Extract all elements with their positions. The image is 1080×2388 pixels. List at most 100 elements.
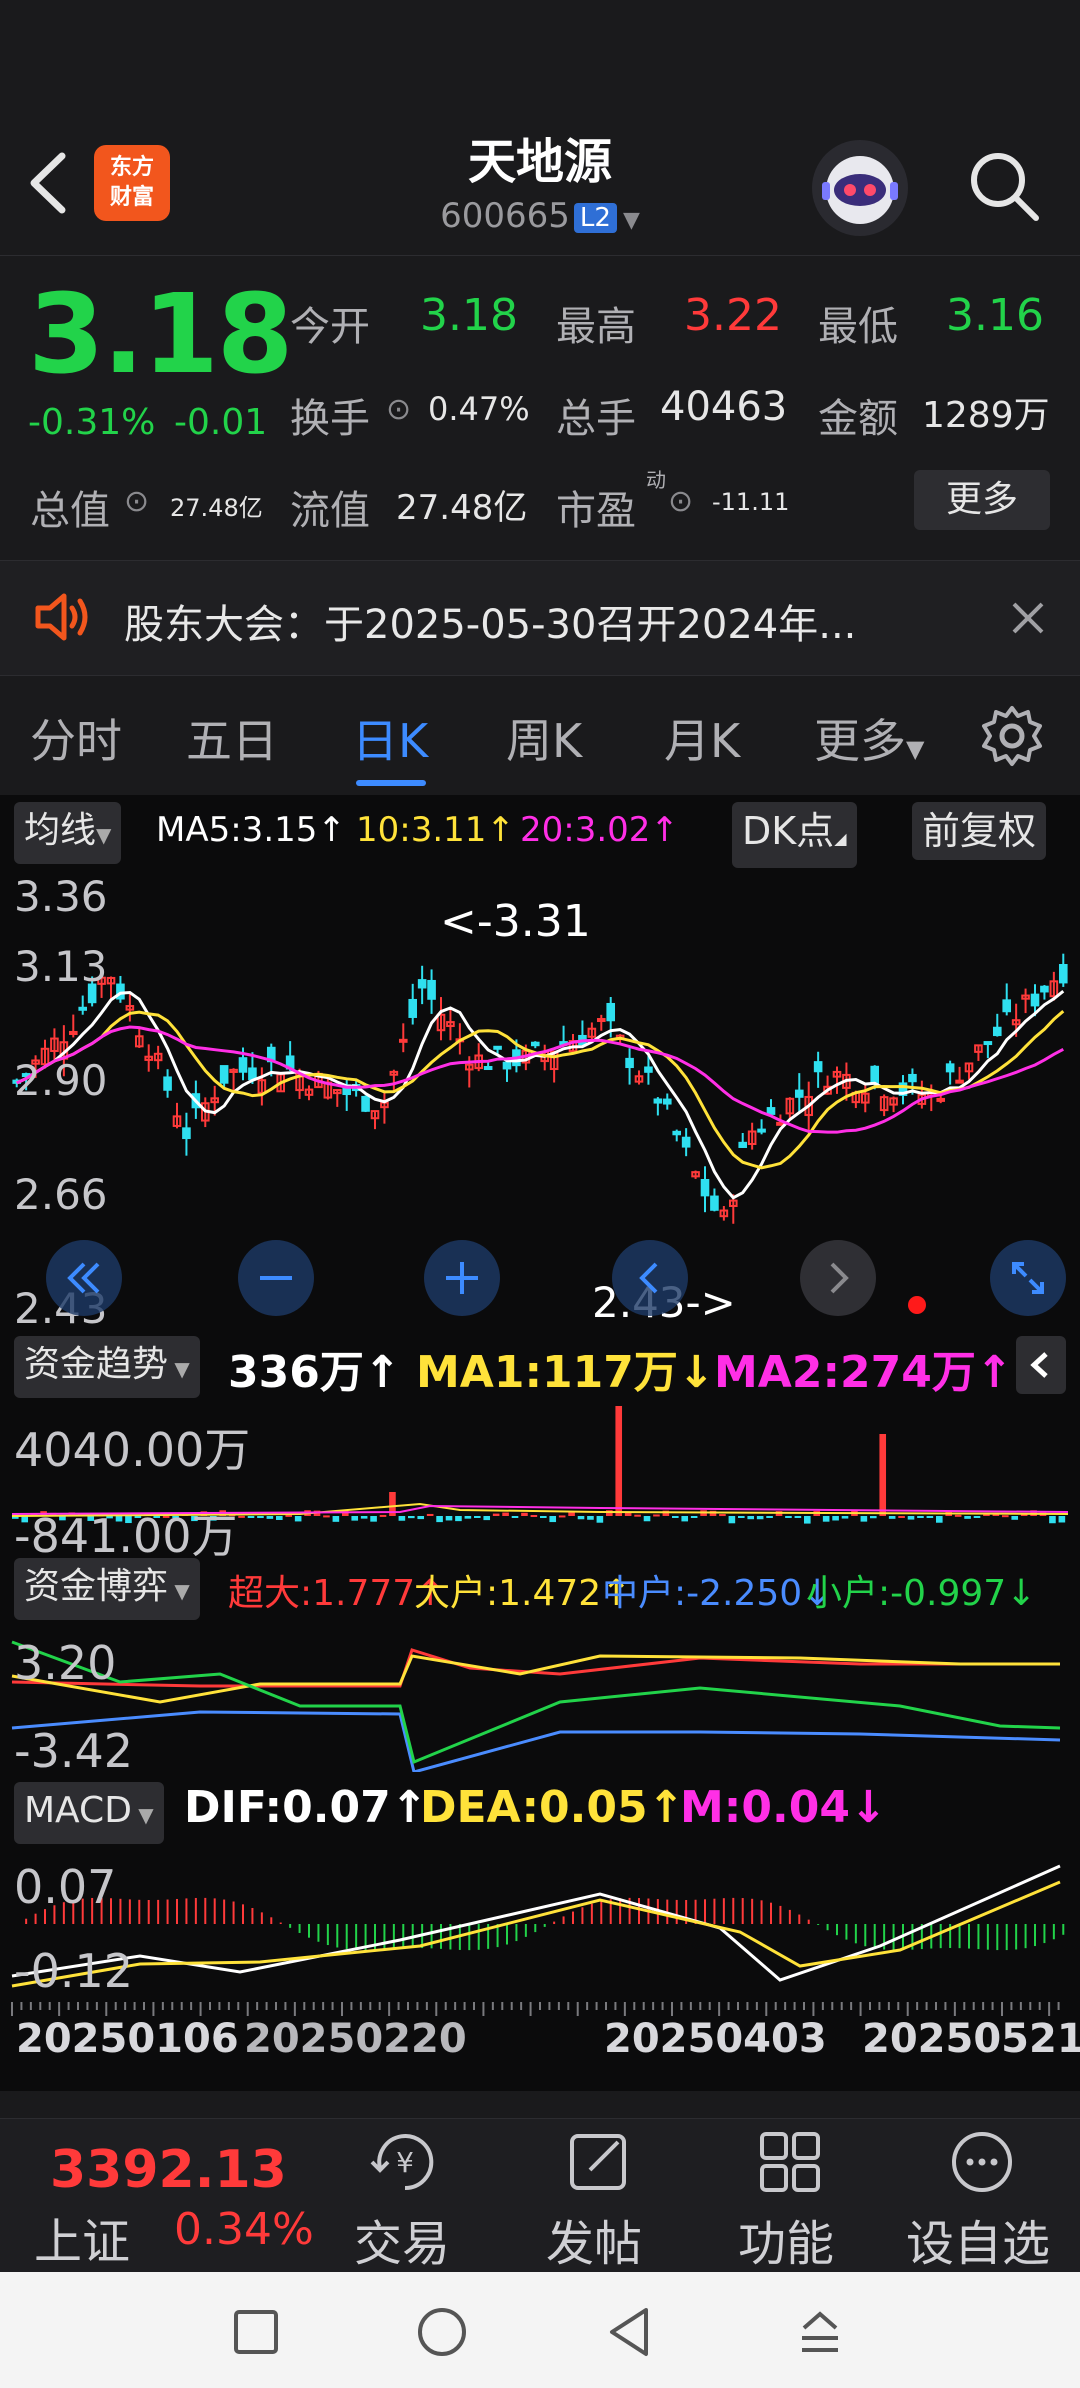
pe-dynamic-sup: 动 [646, 468, 666, 492]
tab-five-day[interactable]: 五日 [186, 705, 278, 771]
open-label: 今开 [290, 304, 370, 350]
trend-bar [870, 1516, 877, 1519]
trade-yen-icon[interactable]: ¥ [366, 2128, 444, 2196]
zoom-out-icon[interactable] [236, 1238, 316, 1318]
adjust-button[interactable]: 前复权 [912, 802, 1047, 860]
trend-bar [728, 1516, 736, 1524]
keyboard-hide-icon[interactable] [796, 2306, 844, 2358]
tab-daily-k[interactable]: 日K [352, 705, 428, 771]
trend-bar [898, 1515, 905, 1518]
post-edit-icon[interactable] [566, 2128, 634, 2196]
nav-add-watchlist[interactable]: 设自选 [906, 2204, 1050, 2274]
trend-bar [587, 1516, 594, 1520]
candle-body [1058, 964, 1068, 984]
candle-body [672, 1130, 682, 1136]
candle-body [408, 998, 418, 1018]
notice-text[interactable]: 股东大会：于2025-05-30召开2024年... [124, 592, 856, 650]
candle-body [1002, 999, 1012, 1013]
candle-body [361, 1095, 370, 1112]
caret-down-icon: ▼ [96, 823, 112, 847]
candle-body [78, 1006, 88, 1011]
candle-body [182, 1127, 191, 1140]
trend-bar [577, 1516, 585, 1520]
trend-bar [257, 1516, 264, 1519]
trend-bar [681, 1516, 689, 1522]
zoom-in-icon[interactable] [422, 1238, 502, 1318]
macd-dif: DIF:0.07↑ [184, 1782, 428, 1833]
tab-intraday[interactable]: 分时 [30, 705, 122, 771]
y-axis-label: 2.90 [14, 1056, 108, 1105]
trend-bar [294, 1516, 302, 1522]
trend-bar [511, 1516, 519, 1518]
scroll-left-fast-icon[interactable] [44, 1238, 124, 1318]
macd-chart[interactable] [0, 1846, 1080, 1996]
info-icon[interactable]: ⊙ [124, 484, 149, 519]
tab-monthly-k[interactable]: 月K [664, 705, 740, 771]
trend-bar [917, 1516, 924, 1518]
trend-bar [634, 1514, 641, 1517]
fund-trend-select[interactable]: 资金趋势 ▼ [14, 1336, 200, 1398]
trend-bar [954, 1514, 962, 1517]
trend-bar [417, 1516, 425, 1520]
change-value: -0.01 [174, 402, 268, 443]
volume-label: 总手 [556, 396, 636, 442]
trend-bar [756, 1516, 764, 1520]
tab-weekly-k[interactable]: 周K [506, 705, 582, 771]
small-line [11, 1640, 1061, 1765]
fund-game-chart[interactable] [0, 1622, 1080, 1772]
search-icon[interactable] [966, 148, 1042, 224]
candle-body [813, 1061, 823, 1073]
chevron-left-icon [1030, 1352, 1048, 1378]
functions-grid-icon[interactable] [756, 2128, 824, 2196]
index-name[interactable]: 上证 [34, 2202, 130, 2272]
trend-bar [832, 1516, 839, 1521]
nav-post[interactable]: 发帖 [546, 2204, 642, 2274]
trend-bar [596, 1516, 604, 1523]
trend-bar [464, 1516, 472, 1519]
amount-label: 金额 [818, 396, 898, 442]
candle-body [1030, 993, 1040, 1007]
close-icon[interactable] [1010, 600, 1046, 636]
fullscreen-icon[interactable] [988, 1238, 1068, 1318]
candle-body [653, 1098, 663, 1104]
more-quote-button[interactable]: 更多 [914, 470, 1050, 530]
candle-body [644, 1066, 653, 1073]
index-value[interactable]: 3392.13 [50, 2140, 287, 2200]
candle-body [945, 1063, 955, 1073]
trend-bar [653, 1514, 660, 1517]
info-icon[interactable]: ⊙ [668, 484, 693, 519]
tab-more[interactable]: 更多▼ [814, 705, 924, 771]
macd-select[interactable]: MACD ▼ [14, 1782, 164, 1844]
trend-bar [276, 1516, 283, 1520]
indicator-select-label: 均线 [24, 810, 97, 851]
trend-bar [690, 1516, 698, 1518]
scroll-left-icon[interactable] [610, 1238, 690, 1318]
trend-bar [445, 1516, 453, 1521]
low-value: 3.16 [946, 290, 1044, 341]
dk-point-button[interactable]: DK点◢ [732, 802, 857, 868]
nav-trade[interactable]: 交易 [354, 2204, 450, 2274]
candle-body [493, 1045, 502, 1050]
robot-avatar-icon[interactable] [812, 140, 908, 236]
date-label: 20250403 [604, 2016, 827, 2062]
trend-bar [964, 1516, 971, 1519]
collapse-panel-button[interactable] [1016, 1336, 1066, 1394]
candle-body [766, 1107, 776, 1115]
back-triangle-icon[interactable] [604, 2306, 654, 2358]
total-cap-value: 27.48亿 [170, 494, 263, 522]
trend-bar [766, 1516, 773, 1518]
scroll-right-icon[interactable] [798, 1238, 878, 1318]
trend-bar [804, 1516, 811, 1524]
recent-apps-icon[interactable] [232, 2308, 280, 2356]
fund-trend-value: 336万↑ [228, 1347, 401, 1398]
home-icon[interactable] [416, 2306, 468, 2358]
settings-gear-icon[interactable] [980, 704, 1044, 768]
more-dots-icon[interactable] [948, 2128, 1016, 2196]
fund-game-select[interactable]: 资金博弈 ▼ [14, 1558, 200, 1620]
stock-code-selector[interactable]: 600665 L2 ▼ [0, 196, 1080, 236]
indicator-select[interactable]: 均线▼ [14, 802, 122, 864]
candle-body [483, 1066, 493, 1071]
info-icon[interactable]: ⊙ [386, 392, 411, 427]
candle-body [248, 1067, 257, 1081]
nav-functions[interactable]: 功能 [738, 2204, 834, 2274]
